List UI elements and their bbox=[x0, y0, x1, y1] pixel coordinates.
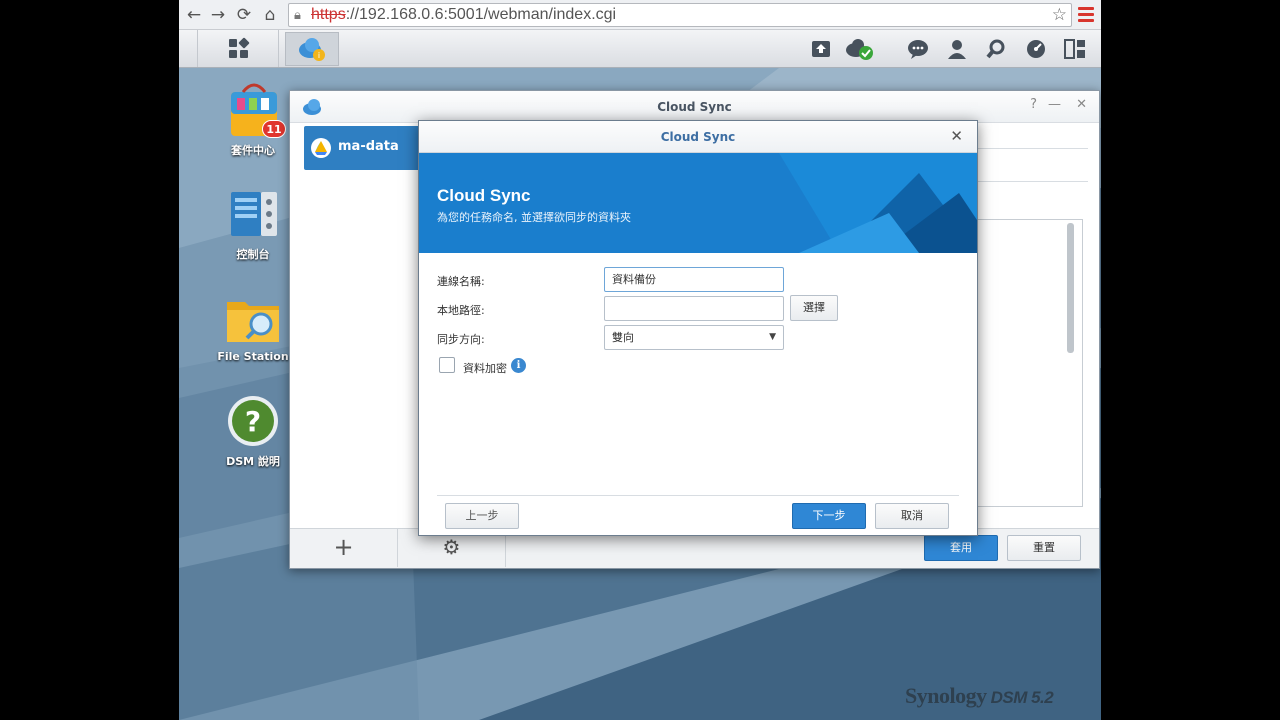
main-menu-button[interactable] bbox=[197, 30, 279, 67]
file-station-icon bbox=[227, 302, 279, 342]
update-badge: 11 bbox=[262, 120, 286, 138]
footer-divider bbox=[437, 495, 959, 496]
address-bar[interactable]: 🔒︎ https://192.168.0.6:5001/webman/index… bbox=[288, 3, 1072, 27]
desktop-icon-label: DSM 說明 bbox=[226, 455, 280, 468]
screen: ← → ⟳ ⌂ 🔒︎ https://192.168.0.6:5001/webm… bbox=[179, 0, 1101, 720]
browse-button[interactable]: 選擇 bbox=[790, 295, 838, 321]
search-icon[interactable] bbox=[982, 35, 1010, 63]
banner-subtitle: 為您的任務命名, 並選擇欲同步的資料夾 bbox=[437, 211, 631, 224]
desktop-icon-label: File Station bbox=[217, 350, 289, 363]
add-task-button[interactable]: + bbox=[290, 529, 398, 567]
browser-toolbar: ← → ⟳ ⌂ 🔒︎ https://192.168.0.6:5001/webm… bbox=[179, 0, 1101, 30]
close-icon[interactable]: ✕ bbox=[950, 127, 963, 145]
local-path-input[interactable] bbox=[604, 296, 784, 321]
bookmark-star-icon[interactable]: ☆ bbox=[1052, 5, 1067, 25]
widgets-icon[interactable] bbox=[1061, 35, 1089, 63]
sync-direction-value: 雙向 bbox=[612, 331, 634, 344]
brand-name: Synology bbox=[905, 683, 987, 708]
desktop-icon-dsm-help[interactable]: ? DSM 說明 bbox=[214, 393, 292, 469]
main-menu-icon bbox=[228, 37, 250, 58]
desktop-icon-package-center[interactable]: 11 套件中心 bbox=[214, 82, 292, 158]
task-item-label: ma-data bbox=[338, 139, 399, 154]
taskbar-cloud-sync-button[interactable]: i bbox=[285, 32, 339, 66]
dialog-titlebar[interactable]: Cloud Sync ✕ bbox=[419, 121, 977, 153]
connection-name-label: 連線名稱: bbox=[437, 275, 485, 288]
url-text: https://192.168.0.6:5001/webman/index.cg… bbox=[311, 6, 616, 24]
help-icon: ? bbox=[228, 396, 278, 446]
encrypt-checkbox[interactable] bbox=[439, 357, 455, 373]
reload-icon[interactable]: ⟳ bbox=[233, 4, 255, 26]
cloud-sync-icon: i bbox=[299, 38, 325, 61]
help-icon[interactable]: ? bbox=[1030, 97, 1037, 112]
browser-menu-icon[interactable] bbox=[1078, 3, 1094, 25]
synology-brand: Synology DSM 5.2 bbox=[905, 683, 1054, 709]
window-title: Cloud Sync bbox=[657, 100, 732, 114]
desktop-icon-file-station[interactable]: File Station bbox=[214, 290, 292, 363]
notifications-icon[interactable] bbox=[904, 35, 932, 63]
back-button[interactable]: 上一步 bbox=[445, 503, 519, 529]
user-icon[interactable] bbox=[943, 35, 971, 63]
desktop-icon-label: 控制台 bbox=[236, 248, 270, 261]
apply-button[interactable]: 套用 bbox=[924, 535, 998, 561]
encrypt-label: 資料加密 bbox=[463, 362, 507, 375]
forward-arrow-icon[interactable]: → bbox=[207, 4, 229, 26]
connection-name-input[interactable]: 資料備份 bbox=[604, 267, 784, 292]
dialog-banner: Cloud Sync 為您的任務命名, 並選擇欲同步的資料夾 bbox=[419, 153, 977, 253]
desktop-icon-control-panel[interactable]: 控制台 bbox=[214, 186, 292, 262]
cloud-status-icon[interactable] bbox=[845, 35, 873, 63]
insecure-lock-icon: 🔒︎ bbox=[294, 8, 301, 23]
cancel-button[interactable]: 取消 bbox=[875, 503, 949, 529]
home-icon[interactable]: ⌂ bbox=[259, 4, 281, 26]
create-task-dialog: Cloud Sync ✕ Cloud Sync 為您的任務命名, 並選擇欲同步的… bbox=[418, 120, 978, 536]
svg-text:?: ? bbox=[245, 405, 261, 438]
next-button[interactable]: 下一步 bbox=[792, 503, 866, 529]
url-scheme: https bbox=[311, 6, 346, 23]
sync-direction-label: 同步方向: bbox=[437, 333, 485, 346]
upload-icon[interactable] bbox=[807, 35, 835, 63]
brand-version: DSM 5.2 bbox=[990, 688, 1054, 707]
local-path-label: 本地路徑: bbox=[437, 304, 485, 317]
dsm-taskbar: i bbox=[179, 30, 1101, 68]
close-icon[interactable]: ✕ bbox=[1076, 97, 1087, 112]
dialog-title: Cloud Sync bbox=[660, 130, 736, 144]
url-rest: ://192.168.0.6:5001/webman/index.cgi bbox=[345, 6, 617, 23]
window-titlebar[interactable]: Cloud Sync ? — ✕ bbox=[290, 91, 1099, 123]
gear-icon: ⚙ bbox=[442, 535, 461, 559]
resource-monitor-icon[interactable] bbox=[1022, 35, 1050, 63]
control-panel-icon bbox=[231, 192, 277, 236]
svg-text:i: i bbox=[318, 51, 320, 60]
sync-direction-select[interactable]: 雙向 ▼ bbox=[604, 325, 784, 350]
minimize-icon[interactable]: — bbox=[1048, 97, 1061, 112]
vertical-scrollbar[interactable] bbox=[1067, 223, 1074, 353]
back-arrow-icon[interactable]: ← bbox=[183, 4, 205, 26]
reset-button[interactable]: 重置 bbox=[1007, 535, 1081, 561]
google-drive-icon bbox=[311, 138, 331, 158]
info-icon[interactable]: i bbox=[511, 358, 526, 373]
dropdown-arrow-icon: ▼ bbox=[769, 332, 776, 342]
desktop-icon-label: 套件中心 bbox=[231, 144, 275, 157]
banner-title: Cloud Sync bbox=[437, 186, 531, 205]
